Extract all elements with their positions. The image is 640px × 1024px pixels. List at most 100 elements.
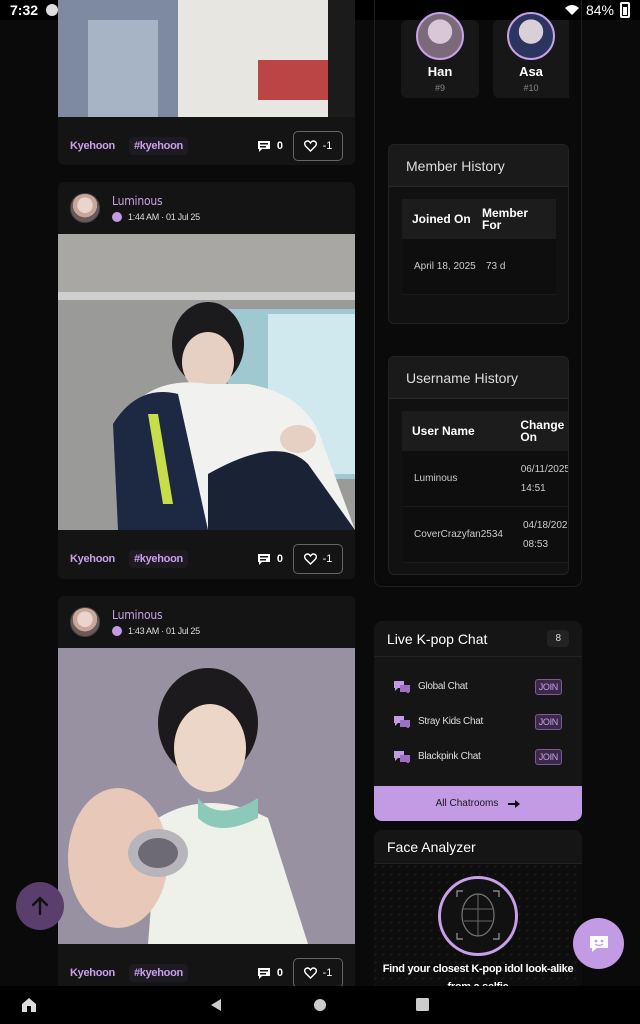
- comment-icon: [257, 140, 270, 152]
- join-button[interactable]: JOIN: [534, 678, 562, 695]
- like-count: -1: [322, 967, 333, 979]
- post-card: Luminous 1:44 AM · 01 Jul 25 Kyehoon #ky…: [58, 182, 355, 579]
- like-button[interactable]: -1: [293, 544, 343, 574]
- post-username[interactable]: Luminous: [112, 194, 200, 208]
- hashtag[interactable]: #kyehoon: [128, 137, 188, 155]
- arrow-right-icon: [508, 799, 521, 808]
- table-header: User Name Change On: [402, 411, 568, 451]
- back-icon[interactable]: [209, 998, 223, 1012]
- post-username[interactable]: Luminous: [112, 608, 200, 622]
- chat-fab-button[interactable]: [573, 918, 624, 969]
- comment-button[interactable]: 0: [257, 553, 283, 566]
- avatar[interactable]: [70, 193, 100, 223]
- level-badge-icon: [112, 212, 122, 222]
- face-analyzer-title: Face Analyzer: [374, 830, 582, 864]
- post-image[interactable]: [58, 234, 355, 530]
- chatroom-item[interactable]: Blackpink Chat JOIN: [374, 739, 582, 774]
- post-timestamp: 1:43 AM · 01 Jul 25: [128, 626, 200, 636]
- hashtag[interactable]: #kyehoon: [128, 550, 188, 568]
- artist-link[interactable]: Kyehoon: [70, 553, 115, 565]
- chatroom-name: Global Chat: [418, 681, 468, 692]
- comment-count: 0: [276, 967, 283, 979]
- arrow-up-icon: [31, 896, 49, 916]
- joined-date: April 18, 2025: [414, 261, 476, 272]
- chatroom-name: Blackpink Chat: [418, 751, 481, 762]
- chatroom-name: Stray Kids Chat: [418, 716, 483, 727]
- table-row: Luminous 06/11/2025 14:51: [402, 451, 569, 507]
- post-timestamp: 1:44 AM · 01 Jul 25: [128, 212, 200, 222]
- chat-bubbles-icon: [394, 680, 410, 693]
- join-button[interactable]: JOIN: [534, 748, 562, 765]
- post-image[interactable]: [58, 648, 355, 944]
- comment-count: 0: [276, 553, 283, 565]
- like-count: -1: [322, 553, 333, 565]
- all-chatrooms-button[interactable]: All Chatrooms: [374, 786, 582, 821]
- join-button[interactable]: JOIN: [534, 713, 562, 730]
- member-name: Asa: [519, 64, 543, 79]
- chatroom-item[interactable]: Global Chat JOIN: [374, 669, 582, 704]
- like-button[interactable]: -1: [293, 958, 343, 988]
- avatar[interactable]: [70, 607, 100, 637]
- chat-header: Live K-pop Chat 8: [374, 621, 582, 657]
- history-date: 06/11/2025 14:51: [520, 463, 569, 494]
- member-avatar: [416, 12, 464, 60]
- post-card: Luminous 1:43 AM · 01 Jul 25 Kyehoon #ky…: [58, 596, 355, 992]
- member-rank: #9: [434, 83, 445, 93]
- table-row: April 18, 2025 73 d: [402, 239, 556, 295]
- chat-bubbles-icon: [394, 750, 410, 763]
- member-card[interactable]: Han #9: [401, 12, 479, 98]
- heart-icon: [303, 553, 317, 565]
- heart-icon: [303, 140, 317, 152]
- post-footer: Kyehoon #kyehoon 0 -1: [58, 535, 355, 579]
- comment-icon: [257, 553, 270, 565]
- table-header: Joined On Member For: [402, 199, 556, 239]
- chatroom-item[interactable]: Stray Kids Chat JOIN: [374, 704, 582, 739]
- system-nav-bar: [0, 986, 640, 1024]
- username-history-panel: Username History User Name Change On Lum…: [388, 356, 569, 575]
- post-card: Kyehoon #kyehoon 0 -1: [58, 0, 355, 165]
- member-rank: #10: [523, 83, 539, 93]
- column-header: Change On: [520, 418, 565, 444]
- post-header: Luminous 1:44 AM · 01 Jul 25: [58, 182, 355, 234]
- comment-icon: [257, 967, 270, 979]
- artist-link[interactable]: Kyehoon: [70, 140, 115, 152]
- post-header: Luminous 1:43 AM · 01 Jul 25: [58, 596, 355, 648]
- recents-icon[interactable]: [416, 998, 429, 1011]
- panel-title: Username History: [389, 357, 568, 399]
- heart-icon: [303, 967, 317, 979]
- history-date: 04/18/202 08:53: [523, 519, 568, 550]
- chat-bubbles-icon: [394, 715, 410, 728]
- chat-title: Live K-pop Chat: [387, 630, 488, 647]
- post-image[interactable]: [58, 0, 355, 117]
- face-analyzer-widget[interactable]: Face Analyzer Find your closest K-pop id…: [374, 830, 582, 990]
- like-count: -1: [322, 140, 333, 152]
- column-header: Joined On: [412, 212, 471, 226]
- home-assistant-icon[interactable]: [20, 996, 38, 1014]
- panel-title: Member History: [389, 145, 568, 187]
- hashtag[interactable]: #kyehoon: [128, 964, 188, 982]
- history-username: CoverCrazyfan2534: [414, 529, 503, 540]
- scroll-to-top-button[interactable]: [16, 882, 64, 930]
- member-duration: 73 d: [486, 261, 506, 272]
- live-chat-widget: Live K-pop Chat 8 Global Chat JOIN Stray…: [374, 621, 582, 821]
- face-scan-icon: [438, 876, 518, 956]
- home-icon[interactable]: [313, 998, 327, 1012]
- history-username: Luminous: [414, 473, 458, 484]
- like-button[interactable]: -1: [293, 131, 343, 161]
- comment-button[interactable]: 0: [257, 967, 283, 980]
- member-card[interactable]: Asa #10: [493, 12, 569, 98]
- chat-smile-icon: [589, 935, 608, 952]
- member-name: Han: [427, 64, 453, 79]
- artist-link[interactable]: Kyehoon: [70, 967, 115, 979]
- battery-percent: 84%: [585, 2, 614, 18]
- member-avatar: [507, 12, 555, 60]
- battery-icon: [620, 2, 630, 18]
- comment-button[interactable]: 0: [257, 140, 283, 153]
- comment-count: 0: [276, 140, 283, 152]
- table-row: CoverCrazyfan2534 04/18/202 08:53: [402, 507, 568, 563]
- status-time: 7:32: [10, 2, 39, 18]
- chat-count-badge: 8: [547, 630, 569, 647]
- level-badge-icon: [112, 626, 122, 636]
- column-header: User Name: [412, 424, 475, 438]
- column-header: Member For: [482, 206, 529, 232]
